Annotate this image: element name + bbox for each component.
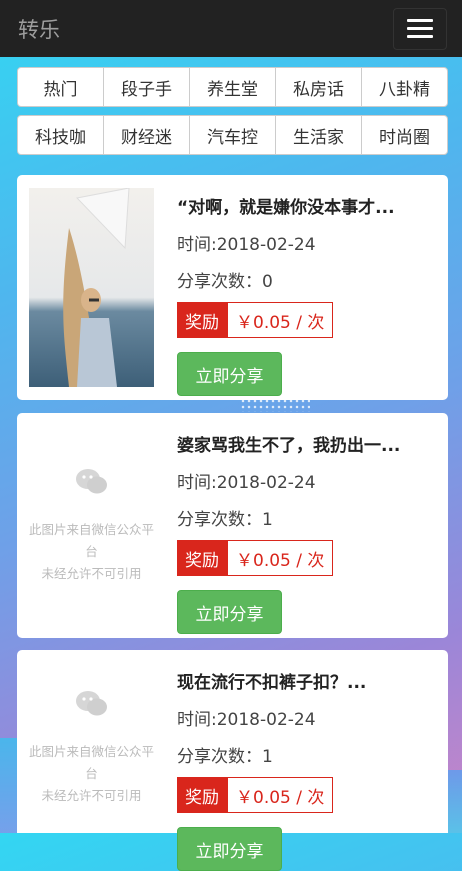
article-info: 婆家骂我生不了，我扔出一... 时间:2018-02-24 分享次数：1 奖励 … xyxy=(177,431,437,634)
category-jokes[interactable]: 段子手 xyxy=(103,67,190,107)
article-time: 时间:2018-02-24 xyxy=(177,473,316,493)
reward-label: 奖励 xyxy=(177,540,227,576)
menu-toggle-button[interactable] xyxy=(393,7,447,50)
category-row: 科技咖 财经迷 汽车控 生活家 时尚圈 xyxy=(17,115,448,155)
reward-badge: 奖励 ￥0.05 / 次 xyxy=(177,540,437,576)
article-thumbnail[interactable] xyxy=(29,188,154,387)
background-decoration xyxy=(448,770,462,833)
brand-title[interactable]: 转乐 xyxy=(18,14,60,44)
category-row: 热门 段子手 养生堂 私房话 八卦精 xyxy=(17,67,448,107)
placeholder-text: 此图片来自微信公众平台 xyxy=(29,521,155,559)
wechat-icon xyxy=(75,468,107,493)
article-thumbnail[interactable]: 此图片来自微信公众平台 未经允许不可引用 xyxy=(29,426,154,625)
share-count: 分享次数：1 xyxy=(177,747,273,767)
reward-value: ￥0.05 / 次 xyxy=(227,777,334,813)
reward-badge: 奖励 ￥0.05 / 次 xyxy=(177,302,437,338)
reward-value: ￥0.05 / 次 xyxy=(227,302,334,338)
article-title[interactable]: 现在流行不扣裤子扣？... xyxy=(177,668,437,693)
article-title[interactable]: 婆家骂我生不了，我扔出一... xyxy=(177,431,437,456)
share-button[interactable]: 立即分享 xyxy=(177,590,282,634)
article-time: 时间:2018-02-24 xyxy=(177,235,316,255)
wechat-icon xyxy=(75,691,107,716)
category-fashion[interactable]: 时尚圈 xyxy=(361,115,448,155)
background-decoration xyxy=(240,398,310,412)
category-gossip[interactable]: 八卦精 xyxy=(361,67,448,107)
article-card: 此图片来自微信公众平台 未经允许不可引用 现在流行不扣裤子扣？... 时间:20… xyxy=(17,650,448,871)
article-info: “对啊，就是嫌你没本事才... 时间:2018-02-24 分享次数：0 奖励 … xyxy=(177,193,437,396)
hamburger-icon xyxy=(407,27,433,30)
reward-label: 奖励 xyxy=(177,777,227,813)
navbar: 转乐 xyxy=(0,0,462,57)
article-title[interactable]: “对啊，就是嫌你没本事才... xyxy=(177,193,437,218)
reward-label: 奖励 xyxy=(177,302,227,338)
share-count: 分享次数：0 xyxy=(177,272,273,292)
category-life[interactable]: 生活家 xyxy=(275,115,362,155)
article-card: “对啊，就是嫌你没本事才... 时间:2018-02-24 分享次数：0 奖励 … xyxy=(17,175,448,400)
article-info: 现在流行不扣裤子扣？... 时间:2018-02-24 分享次数：1 奖励 ￥0… xyxy=(177,668,437,871)
hamburger-icon xyxy=(407,19,433,22)
category-auto[interactable]: 汽车控 xyxy=(189,115,276,155)
article-time: 时间:2018-02-24 xyxy=(177,710,316,730)
background-decoration xyxy=(0,738,18,833)
share-button[interactable]: 立即分享 xyxy=(177,827,282,871)
article-thumbnail[interactable]: 此图片来自微信公众平台 未经允许不可引用 xyxy=(29,663,154,833)
category-finance[interactable]: 财经迷 xyxy=(103,115,190,155)
category-nav: 热门 段子手 养生堂 私房话 八卦精 科技咖 财经迷 汽车控 生活家 时尚圈 xyxy=(17,67,448,163)
reward-value: ￥0.05 / 次 xyxy=(227,540,334,576)
reward-badge: 奖励 ￥0.05 / 次 xyxy=(177,777,437,813)
placeholder-text: 未经允许不可引用 xyxy=(41,788,142,803)
category-tech[interactable]: 科技咖 xyxy=(17,115,104,155)
hamburger-icon xyxy=(407,35,433,38)
share-button[interactable]: 立即分享 xyxy=(177,352,282,396)
category-health[interactable]: 养生堂 xyxy=(189,67,276,107)
category-private[interactable]: 私房话 xyxy=(275,67,362,107)
article-card: 此图片来自微信公众平台 未经允许不可引用 婆家骂我生不了，我扔出一... 时间:… xyxy=(17,413,448,638)
category-hot[interactable]: 热门 xyxy=(17,67,104,107)
placeholder-text: 未经允许不可引用 xyxy=(41,565,142,581)
placeholder-text: 此图片来自微信公众平台 xyxy=(29,744,155,781)
share-count: 分享次数：1 xyxy=(177,510,273,530)
